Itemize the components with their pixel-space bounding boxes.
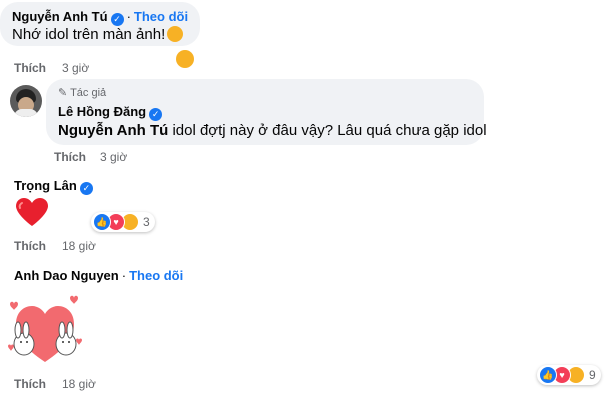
comment-timestamp[interactable]: 3 giờ bbox=[100, 150, 127, 164]
verified-icon: ✓ bbox=[79, 182, 93, 195]
comment-header: Trọng Lân ✓ bbox=[14, 177, 93, 195]
like-reaction-icon: 👍 bbox=[93, 213, 111, 231]
comment-header: Anh Dao Nguyen · Theo dõi bbox=[14, 267, 183, 285]
hug-emoji bbox=[167, 26, 184, 42]
comment-timestamp[interactable]: 18 giờ bbox=[62, 239, 96, 253]
reaction-count: 3 bbox=[143, 215, 150, 229]
reaction-summary[interactable]: 👍 ♥ 3 bbox=[91, 212, 155, 232]
follow-button[interactable]: Theo dõi bbox=[134, 9, 188, 24]
verified-icon: ✓ bbox=[149, 108, 163, 121]
separator-dot: · bbox=[126, 9, 131, 24]
comment-author[interactable]: Nguyễn Anh Tú bbox=[12, 9, 108, 24]
comment-author[interactable]: Lê Hồng Đăng bbox=[58, 104, 146, 119]
comment-text: idol đợtj này ở đâu vậy? Lâu quá chưa gặ… bbox=[168, 122, 487, 139]
author-badge: Tác giả bbox=[70, 87, 107, 99]
like-comment-button[interactable]: Thích bbox=[14, 377, 46, 391]
like-comment-button[interactable]: Thích bbox=[14, 61, 46, 75]
like-reaction-icon: 👍 bbox=[539, 366, 557, 384]
avatar[interactable] bbox=[10, 85, 42, 117]
comment-timestamp[interactable]: 3 giờ bbox=[62, 61, 89, 75]
reaction-summary[interactable]: 👍 ♥ 9 bbox=[537, 365, 601, 385]
comment-author[interactable]: Anh Dao Nguyen bbox=[14, 268, 119, 283]
like-comment-button[interactable]: Thích bbox=[54, 150, 86, 164]
verified-icon: ✓ bbox=[110, 13, 124, 26]
heart-emoji bbox=[16, 198, 48, 226]
sticker-bunnies-heart bbox=[8, 295, 82, 362]
comment-text: Nhớ idol trên màn ảnh! bbox=[12, 26, 166, 43]
separator-dot: · bbox=[121, 268, 127, 283]
care-reaction-icon[interactable] bbox=[176, 50, 194, 68]
mention-link[interactable]: Nguyễn Anh Tú bbox=[58, 122, 168, 139]
reply-bubble: ✎ Tác giả Lê Hồng Đăng ✓ Nguyễn Anh Tú id… bbox=[46, 79, 487, 145]
comment-timestamp[interactable]: 18 giờ bbox=[62, 377, 96, 391]
reaction-count: 9 bbox=[589, 368, 596, 382]
comment-author[interactable]: Trọng Lân bbox=[14, 178, 77, 193]
follow-button[interactable]: Theo dõi bbox=[129, 268, 183, 283]
pencil-icon: ✎ bbox=[58, 87, 68, 99]
comment-bubble: Nguyễn Anh Tú ✓ · Theo dõi Nhớ idol trên mà… bbox=[0, 2, 200, 46]
like-comment-button[interactable]: Thích bbox=[14, 239, 46, 253]
